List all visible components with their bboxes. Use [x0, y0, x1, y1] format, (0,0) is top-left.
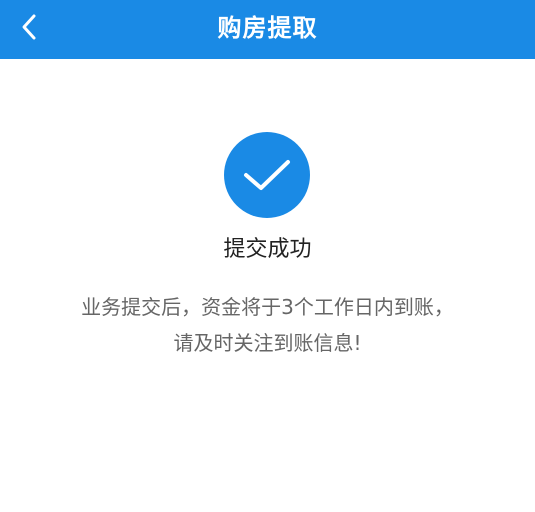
check-icon — [244, 160, 290, 190]
success-badge — [224, 132, 310, 218]
result-message: 业务提交后，资金将于3个工作日内到账， 请及时关注到账信息! — [30, 289, 505, 361]
result-message-line-2: 请及时关注到账信息! — [173, 331, 362, 355]
nav-bar: 购房提取 — [0, 0, 535, 59]
page-title: 购房提取 — [217, 14, 318, 42]
result-message-line-1: 业务提交后，资金将于3个工作日内到账， — [81, 295, 454, 319]
screen: 购房提取 提交成功 业务提交后，资金将于3个工作日内到账， 请及时关注到账信息! — [0, 0, 535, 512]
back-button[interactable] — [8, 5, 52, 49]
chevron-left-icon — [22, 14, 36, 40]
result-title: 提交成功 — [223, 237, 312, 262]
